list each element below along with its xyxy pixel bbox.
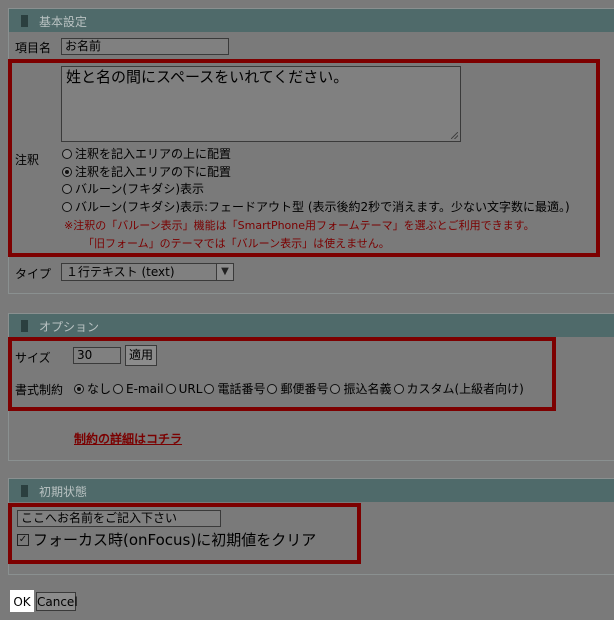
options-title: オプション xyxy=(39,320,100,334)
cancel-button[interactable]: Cancel xyxy=(36,592,78,611)
type-select[interactable]: １行テキスト (text) ▼ xyxy=(61,263,234,281)
section-marker-icon xyxy=(21,485,28,497)
note-highlight-box xyxy=(8,59,600,257)
type-label: タイプ xyxy=(15,267,52,281)
chevron-down-icon[interactable]: ▼ xyxy=(216,264,233,280)
ok-button[interactable]: OK xyxy=(10,590,34,612)
options-header: オプション xyxy=(9,314,614,337)
item-name-label: 項目名 xyxy=(15,41,52,55)
basic-settings-header: 基本設定 xyxy=(9,9,614,32)
options-highlight-box xyxy=(8,337,556,411)
initial-state-header: 初期状態 xyxy=(9,479,614,502)
type-select-value: １行テキスト (text) xyxy=(66,265,175,279)
initial-state-highlight-box xyxy=(8,503,361,564)
initial-state-title: 初期状態 xyxy=(39,485,88,499)
item-name-input[interactable]: お名前 xyxy=(61,38,229,55)
section-marker-icon xyxy=(21,320,28,332)
section-marker-icon xyxy=(21,15,28,27)
basic-settings-title: 基本設定 xyxy=(39,15,88,29)
restriction-detail-link[interactable]: 制約の詳細はコチラ xyxy=(74,430,182,447)
